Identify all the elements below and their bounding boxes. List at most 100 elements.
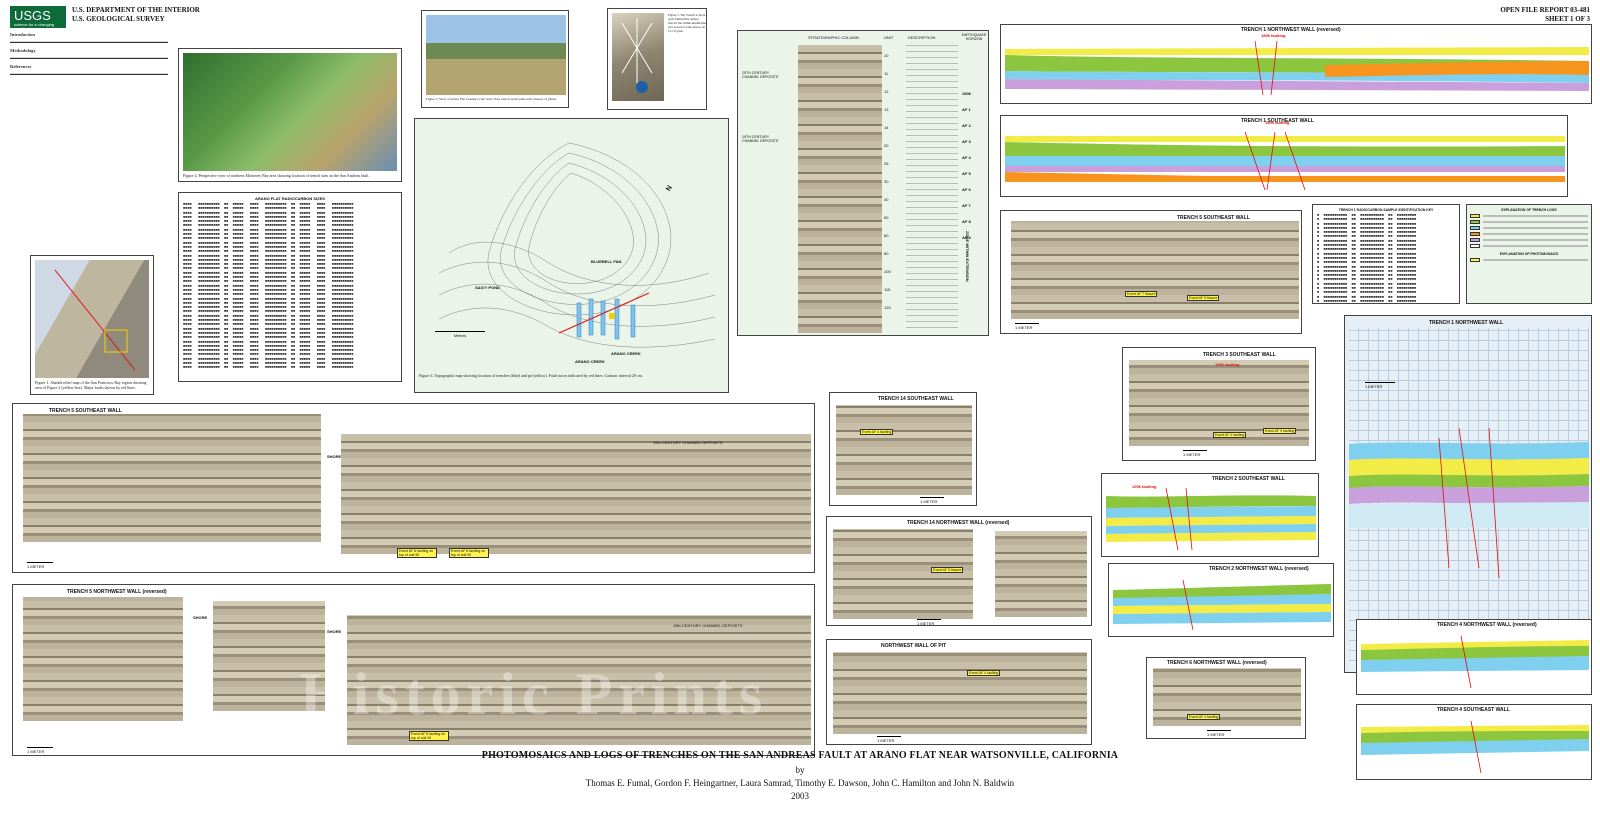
strat-unit-number: 80: [884, 251, 889, 256]
earthquake-horizon-label: AF 5: [962, 171, 971, 176]
main-title: PHOTOMOSAICS AND LOGS OF TRENCHES ON THE…: [481, 750, 1119, 761]
figure-1-shaded-relief-map: Figure 1. Shaded relief map of the San F…: [30, 255, 154, 395]
figure-4-caption: Figure 4. Topographic map showing locati…: [419, 373, 643, 378]
trench-5-southeast-photo-small: TRENCH 5 SOUTHEAST WALL Event AF 7 fissu…: [1000, 210, 1302, 334]
landscape-photo: [426, 15, 566, 95]
legend-swatch: [1470, 214, 1480, 218]
trench-1-nw-log-drawing: [1005, 40, 1589, 96]
pit-mosaic: [833, 652, 1087, 734]
title-authors: Thomas E. Fumal, Gordon F. Heingartner, …: [585, 778, 1015, 788]
trench-3-southeast-photo: TRENCH 3 SOUTHEAST WALL 1906 faulting Ev…: [1122, 347, 1316, 461]
introduction-text: Introduction ▬▬▬▬▬▬▬▬▬▬▬▬▬▬▬▬▬▬▬▬▬▬▬▬▬▬▬…: [10, 30, 168, 246]
trench-2-se-1906-label: 1906 faulting: [1132, 484, 1157, 489]
watermark: Historic Prints: [300, 661, 769, 727]
sag-pond-label: SAG?/ POND: [475, 285, 500, 290]
figure-5-caption: Figure 5. The Trench is faces with 25mm …: [668, 13, 706, 33]
strat-side-label: ZONE WITHIN EXTENSION: [965, 231, 970, 282]
legend-swatch: [1470, 238, 1480, 242]
strat-label-20th: 20TH CENTURY CHANNEL DEPOSITS: [742, 71, 779, 79]
trench-2-northwest-log: TRENCH 2 NORTHWEST WALL (reversed): [1108, 563, 1334, 637]
camera-frame-drawing: [621, 18, 653, 93]
trench-1-nw-large-title: TRENCH 1 NORTHWEST WALL: [1429, 320, 1504, 326]
title-by: by: [795, 765, 805, 775]
earthquake-horizon-label: AF 2: [962, 123, 971, 128]
strat-unit-number: 100: [884, 269, 891, 274]
figure-2-perspective-view: Figure 2. Perspective view of northern M…: [178, 48, 402, 182]
legend-row: [1470, 220, 1588, 224]
trench-1-northwest-log: TRENCH 1 NORTHWEST WALL (reversed) 1906 …: [1000, 24, 1592, 104]
arano-creek-label-1: ARANO CREEK: [575, 359, 605, 364]
trench-1-se-1906-label: 1906 faulting: [1265, 120, 1290, 125]
trench-5-event-label-a: Event AF 7 fissure: [1125, 291, 1158, 297]
trench-5-nw-left-mosaic: [23, 597, 183, 721]
pit-title: NORTHWEST WALL OF PIT: [881, 643, 947, 649]
intro-body: ▬▬▬▬▬▬▬▬▬▬▬▬▬▬▬▬▬▬▬▬▬▬▬▬▬▬▬▬▬▬▬▬▬▬▬▬▬▬▬▬…: [10, 39, 168, 45]
strat-unit-number: 40: [884, 197, 889, 202]
figure-2-caption: Figure 2. Perspective view of northern M…: [183, 173, 370, 178]
table-body: ■■■■ ■■■■■■■■■■ ■■ ■■■■■ ■■■■ ■■■■■■■■■■…: [183, 203, 354, 371]
strat-header-description: DESCRIPTION: [908, 35, 936, 40]
earthquake-horizon-label: AF 1: [962, 107, 971, 112]
trench-5-se-small-mosaic: [1011, 221, 1299, 319]
pit-scale: 1 METER: [877, 736, 901, 743]
trench-14-nw-right-mosaic: [995, 531, 1087, 617]
trench-5-se-right-mosaic: [341, 434, 811, 554]
trench-2-se-title: TRENCH 2 SOUTHEAST WALL: [1212, 476, 1285, 482]
trench-4-se-drawing: [1361, 720, 1589, 774]
legend-row: [1470, 232, 1588, 236]
strat-header-horizon: EARTHQUAKE HORIZON: [961, 33, 987, 41]
description-column: [906, 45, 958, 333]
fault-lines-overlay: [54, 269, 136, 371]
trench-5-se-left-mosaic: [23, 414, 321, 542]
figure-5-trench-photo: Figure 5. The Trench is faces with 25mm …: [607, 8, 707, 110]
legend-photo-title: EXPLANATION OF PHOTOMOSAICS: [1499, 252, 1559, 256]
strat-unit-number: 25: [884, 161, 889, 166]
figure-3-caption: Figure 3. View of Arano Flat looking to …: [426, 97, 557, 101]
trench-4-nw-drawing: [1361, 635, 1589, 689]
strat-header-unit: UNIT: [884, 35, 894, 40]
methods-heading: Methodology: [10, 47, 36, 53]
trench-14-nw-title: TRENCH 14 NORTHWEST WALL (reversed): [907, 520, 1010, 526]
trench-3-event-label-a: Event AF 2 faulting: [1213, 432, 1247, 438]
trench-5-nw-large-title: TRENCH 5 NORTHWEST WALL (reversed): [67, 589, 167, 595]
shore-label-1: SHORE: [327, 454, 342, 459]
strat-unit-number: 12: [884, 89, 889, 94]
map-scale-bar: Meters: [435, 331, 485, 338]
trench-4-southeast-log: TRENCH 4 SOUTHEAST WALL: [1356, 704, 1592, 780]
trench-5-se-scale: 1 METER: [27, 562, 53, 569]
logo-text: USGS: [14, 8, 51, 23]
legend-title: EXPLANATION OF TRENCH LOGS: [1501, 208, 1557, 212]
references-body: ▬▬▬▬▬▬▬▬▬▬▬▬▬▬▬▬▬▬▬▬▬▬▬▬▬▬▬▬▬▬▬▬▬▬▬▬▬▬▬▬…: [10, 71, 168, 77]
earthquake-horizon-label: 1906: [962, 91, 971, 96]
strat-label-19th: 19TH CENTURY CHANNEL DEPOSITS: [742, 135, 779, 143]
agency-line-1: U.S. DEPARTMENT OF THE INTERIOR: [72, 6, 200, 14]
methods-body: ▬▬▬▬▬▬▬▬▬▬▬▬▬▬▬▬▬▬▬▬▬▬▬▬▬▬▬▬▬▬▬▬▬▬▬▬▬▬▬▬…: [10, 55, 168, 61]
legend-swatch: [1470, 258, 1480, 262]
radiocarbon-key-table: TRENCH 1 RADIOCARBON SAMPLE IDENTIFICATI…: [1312, 204, 1460, 304]
legend-swatch: [1470, 232, 1480, 236]
earthquake-horizon-label: AF 8: [962, 219, 971, 224]
report-line-1: OPEN FILE REPORT 03-481: [1500, 6, 1590, 14]
trench-5-se-event-af6: Event AF 6 faulting on top of unit 50: [397, 548, 437, 558]
trench-3-scale: 1 METER: [1183, 450, 1207, 457]
legend-row: [1470, 226, 1588, 230]
legend-swatch: [1470, 226, 1480, 230]
trench-14-nw-scale: 1 METER: [917, 619, 941, 626]
trench-2-se-drawing: [1106, 487, 1316, 551]
strat-unit-number: 11: [884, 71, 889, 76]
trench-5-se-event-af8: Event AF 8 faulting on top of unit 90: [449, 548, 489, 558]
trench-4-northwest-log: TRENCH 4 NORTHWEST WALL (reversed): [1356, 619, 1592, 695]
trench-4-nw-title: TRENCH 4 NORTHWEST WALL (reversed): [1437, 622, 1537, 628]
bluebell-fan-label: BLUEBELL FAN: [591, 259, 622, 264]
channel-deposits-label-1: 19th CENTURY CHANNEL DEPOSITS: [653, 440, 723, 445]
strat-unit-number: 20: [884, 143, 889, 148]
strat-unit-number: 14: [884, 125, 889, 130]
trench-14-northwest-photo: TRENCH 14 NORTHWEST WALL (reversed) Even…: [826, 516, 1092, 626]
trench-14-se-mosaic: [836, 405, 972, 495]
trench-6-northwest-photo: TRENCH 6 NORTHWEST WALL (reversed) Event…: [1146, 657, 1306, 739]
earthquake-horizon-label: AF 4: [962, 155, 971, 160]
trench-5-southeast-photomosaic: TRENCH 5 SOUTHEAST WALL SHORE 19th CENTU…: [12, 403, 815, 573]
unit-number-column: 10 11 12 13 14 20 25 30 40 50 60 80 100 115 120: [884, 45, 902, 333]
earthquake-horizon-label: AF 3: [962, 139, 971, 144]
trench-1-large-scale: 1 METER: [1365, 382, 1395, 389]
